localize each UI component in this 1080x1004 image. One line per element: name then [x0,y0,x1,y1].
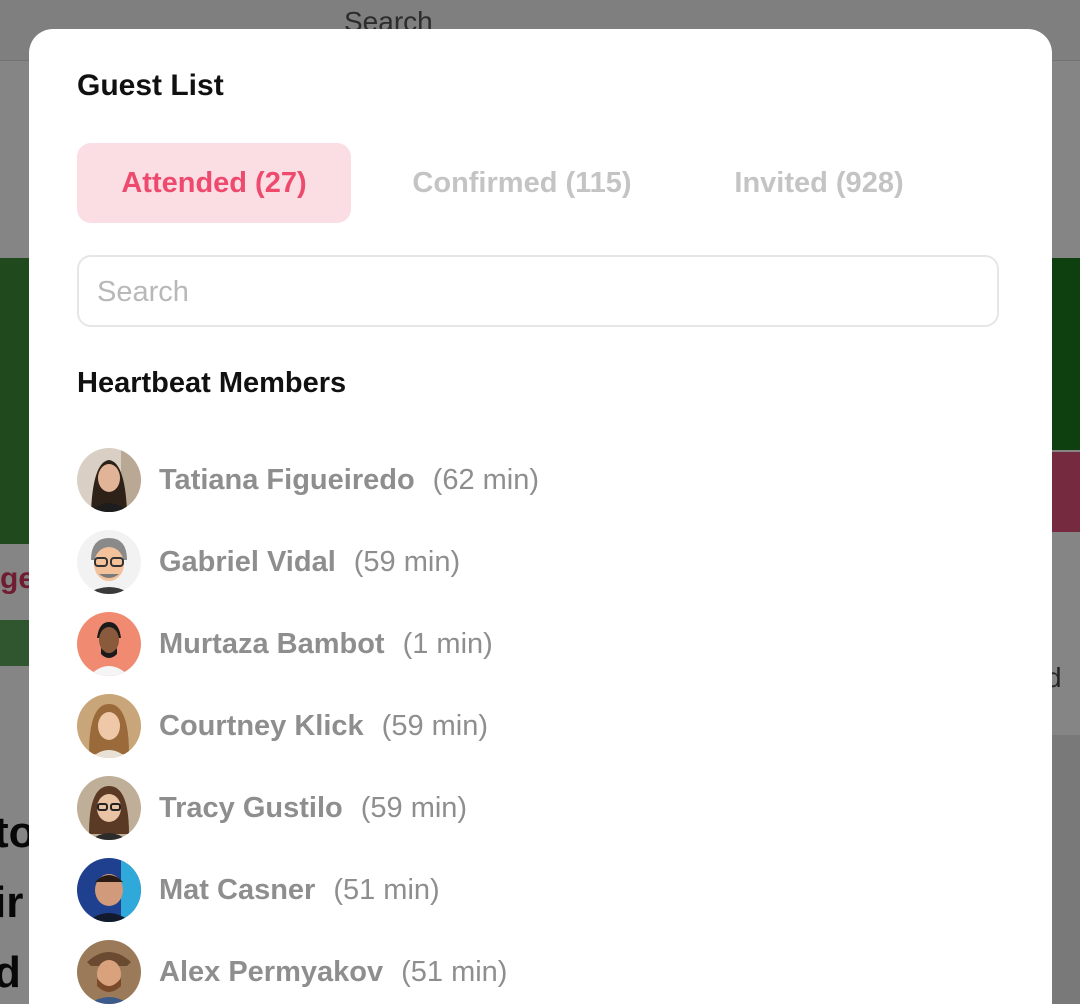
member-name: Murtaza Bambot [159,627,385,660]
guest-list-modal: Guest List Attended (27) Confirmed (115)… [29,29,1052,1004]
member-duration: (51 min) [333,873,440,906]
search-field[interactable] [77,255,999,327]
list-item[interactable]: Mat Casner (51 min) [77,849,997,931]
member-name: Gabriel Vidal [159,545,336,578]
member-name: Courtney Klick [159,709,364,742]
member-name: Tatiana Figueiredo [159,463,415,496]
avatar [77,530,141,594]
member-duration: (59 min) [360,791,468,824]
section-heading: Heartbeat Members [77,367,347,399]
list-item[interactable]: Murtaza Bambot (1 min) [77,603,997,685]
member-duration: (59 min) [381,709,489,742]
member-duration: (1 min) [402,627,493,660]
list-item[interactable]: Alex Permyakov (51 min) [77,931,997,1004]
member-duration: (59 min) [353,545,461,578]
member-name: Tracy Gustilo [159,791,343,824]
member-list: Tatiana Figueiredo (62 min) Gabriel Vida… [77,439,997,1004]
avatar [77,448,141,512]
list-item[interactable]: Courtney Klick (59 min) [77,685,997,767]
tab-confirmed[interactable]: Confirmed (115) [377,143,667,223]
avatar [77,694,141,758]
list-item[interactable]: Tatiana Figueiredo (62 min) [77,439,997,521]
tab-attended[interactable]: Attended (27) [77,143,351,223]
avatar [77,858,141,922]
tab-invited[interactable]: Invited (928) [699,143,939,223]
avatar [77,940,141,1004]
list-item[interactable]: Gabriel Vidal (59 min) [77,521,997,603]
modal-title: Guest List [77,69,224,102]
member-duration: (51 min) [401,955,508,988]
member-name: Mat Casner [159,873,316,906]
list-item[interactable]: Tracy Gustilo (59 min) [77,767,997,849]
avatar [77,776,141,840]
avatar [77,612,141,676]
member-duration: (62 min) [432,463,540,496]
search-input[interactable] [95,257,979,327]
guest-tabs: Attended (27) Confirmed (115) Invited (9… [77,143,977,223]
member-name: Alex Permyakov [159,955,384,988]
